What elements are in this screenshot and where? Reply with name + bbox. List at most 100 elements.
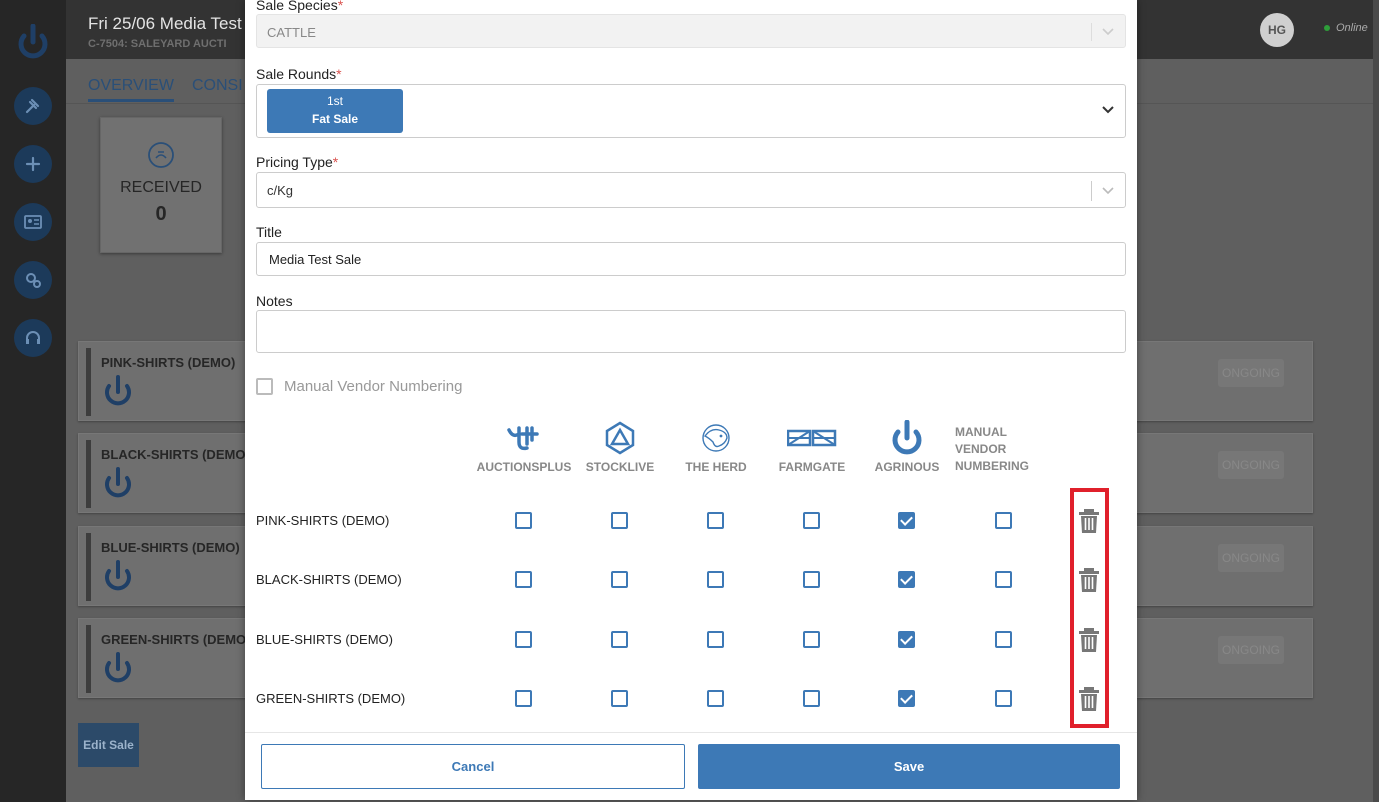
vendor-channel-checkbox[interactable] — [611, 631, 628, 648]
select-separator — [1091, 181, 1092, 201]
received-label: RECEIVED — [120, 179, 202, 196]
column-agrinous: AGRINOUS — [859, 420, 955, 474]
vendor-channel-checkbox[interactable] — [995, 571, 1012, 588]
settings-button[interactable] — [14, 261, 52, 299]
sale-subtitle: C-7504: SALEYARD AUCTI — [88, 38, 227, 50]
the-herd-label: THE HERD — [685, 460, 747, 474]
vendor-channel-checkbox[interactable] — [707, 631, 724, 648]
sale-round-number: 1st — [326, 94, 343, 108]
vendor-card-accent — [86, 625, 91, 693]
sale-round-chip[interactable]: 1st Fat Sale — [267, 89, 403, 133]
column-label-line: MANUAL — [955, 425, 1007, 439]
farmgate-logo-icon — [787, 429, 837, 447]
tab-consignments[interactable]: CONSI — [192, 77, 243, 95]
vendor-channel-checkbox[interactable] — [803, 571, 820, 588]
title-input[interactable]: Media Test Sale — [256, 242, 1126, 276]
auction-gavel-button[interactable] — [14, 87, 52, 125]
manual-vendor-numbering-column-label: MANUAL VENDOR NUMBERING — [955, 424, 1051, 475]
vendor-channel-checkbox[interactable] — [898, 512, 915, 529]
vendor-channel-checkbox[interactable] — [898, 690, 915, 707]
pricing-type-label: Pricing Type* — [256, 154, 338, 170]
vendor-channel-checkbox[interactable] — [515, 631, 532, 648]
vendor-row-name: PINK-SHIRTS (DEMO) — [256, 513, 390, 528]
the-herd-logo-icon — [702, 424, 730, 452]
sidebar — [0, 0, 66, 802]
vendor-row-name: GREEN-SHIRTS (DEMO) — [256, 691, 406, 706]
vendor-name: BLACK-SHIRTS (DEMO) — [101, 447, 250, 462]
page-scrollbar[interactable] — [1373, 0, 1379, 802]
vendor-row-name: BLACK-SHIRTS (DEMO) — [256, 572, 402, 587]
footer-divider — [245, 732, 1137, 733]
column-farmgate: FARMGATE — [764, 420, 860, 474]
vendor-channel-checkbox[interactable] — [515, 512, 532, 529]
vendor-channel-checkbox[interactable] — [803, 512, 820, 529]
vendor-channel-checkbox[interactable] — [707, 571, 724, 588]
edit-sale-modal: Sale Species* CATTLE Sale Rounds* 1st Fa… — [245, 0, 1137, 800]
vendor-channel-checkbox[interactable] — [898, 631, 915, 648]
manual-vendor-numbering-checkbox[interactable] — [256, 378, 273, 395]
sale-title: Fri 25/06 Media Test — [88, 14, 242, 33]
vendor-channel-checkbox[interactable] — [995, 512, 1012, 529]
cancel-button[interactable]: Cancel — [261, 744, 685, 789]
support-button[interactable] — [14, 319, 52, 357]
notes-textarea[interactable] — [256, 310, 1126, 353]
required-mark: * — [336, 66, 342, 82]
gavel-icon — [25, 98, 40, 114]
edit-sale-button[interactable]: Edit Sale — [78, 723, 139, 767]
gears-icon — [26, 273, 41, 288]
vendor-channel-checkbox[interactable] — [611, 512, 628, 529]
column-label-line: VENDOR — [955, 442, 1007, 456]
column-stocklive: STOCKLIVE — [572, 420, 668, 474]
agrinous-logo-icon — [105, 652, 131, 683]
status-badge: ONGOING — [1218, 451, 1284, 479]
sale-round-name: Fat Sale — [311, 112, 359, 126]
sale-rounds-label: Sale Rounds* — [256, 66, 342, 82]
chevron-down-icon — [1102, 187, 1114, 195]
vendor-channel-checkbox[interactable] — [515, 690, 532, 707]
online-dot-icon — [1324, 25, 1330, 31]
agrinous-logo-icon — [18, 24, 48, 59]
pricing-type-value: c/Kg — [267, 183, 294, 198]
agrinous-logo-icon — [892, 420, 922, 455]
save-button[interactable]: Save — [698, 744, 1120, 789]
vendor-channel-checkbox[interactable] — [707, 512, 724, 529]
manual-vendor-numbering-label: Manual Vendor Numbering — [284, 378, 463, 395]
user-avatar[interactable]: HG — [1260, 13, 1294, 47]
column-label-line: NUMBERING — [955, 459, 1029, 473]
vendor-channel-checkbox[interactable] — [995, 690, 1012, 707]
vendor-card-accent — [86, 440, 91, 508]
auctionsplus-logo-icon — [507, 426, 539, 451]
stocklive-label: STOCKLIVE — [585, 460, 655, 474]
manual-vendor-numbering-option[interactable]: Manual Vendor Numbering — [256, 378, 462, 395]
agrinous-logo-icon — [105, 467, 131, 498]
sale-species-label: Sale Species* — [256, 0, 343, 13]
tab-overview[interactable]: OVERVIEW — [88, 77, 174, 102]
sale-rounds-select[interactable]: 1st Fat Sale — [256, 84, 1126, 138]
vendor-channel-checkbox[interactable] — [515, 571, 532, 588]
headset-icon — [26, 331, 40, 344]
contacts-button[interactable] — [14, 203, 52, 241]
vendor-channel-checkbox[interactable] — [611, 571, 628, 588]
auctionsplus-label: AUCTIONSPLUS — [476, 460, 572, 474]
agrinous-label: AGRINOUS — [874, 460, 940, 474]
add-button[interactable] — [14, 145, 52, 183]
column-the-herd: THE HERD — [668, 420, 764, 474]
vendor-channel-checkbox[interactable] — [898, 571, 915, 588]
vendor-channel-checkbox[interactable] — [995, 631, 1012, 648]
column-manual-vendor-numbering: MANUAL VENDOR NUMBERING — [955, 424, 1051, 475]
required-mark: * — [332, 154, 339, 170]
received-stat-card: RECEIVED 0 — [100, 117, 222, 253]
pricing-type-select[interactable]: c/Kg — [256, 172, 1126, 208]
select-separator — [1091, 23, 1092, 41]
sale-species-select[interactable]: CATTLE — [256, 14, 1126, 48]
received-value: 0 — [155, 203, 167, 225]
vendor-channel-checkbox[interactable] — [707, 690, 724, 707]
vendor-card-accent — [86, 348, 91, 416]
chevron-down-icon[interactable] — [1101, 105, 1115, 115]
agrinous-logo-icon — [105, 560, 131, 591]
sale-species-value: CATTLE — [267, 25, 316, 40]
sale-species-label-text: Sale Species — [256, 0, 338, 13]
vendor-channel-checkbox[interactable] — [803, 690, 820, 707]
vendor-channel-checkbox[interactable] — [611, 690, 628, 707]
vendor-channel-checkbox[interactable] — [803, 631, 820, 648]
